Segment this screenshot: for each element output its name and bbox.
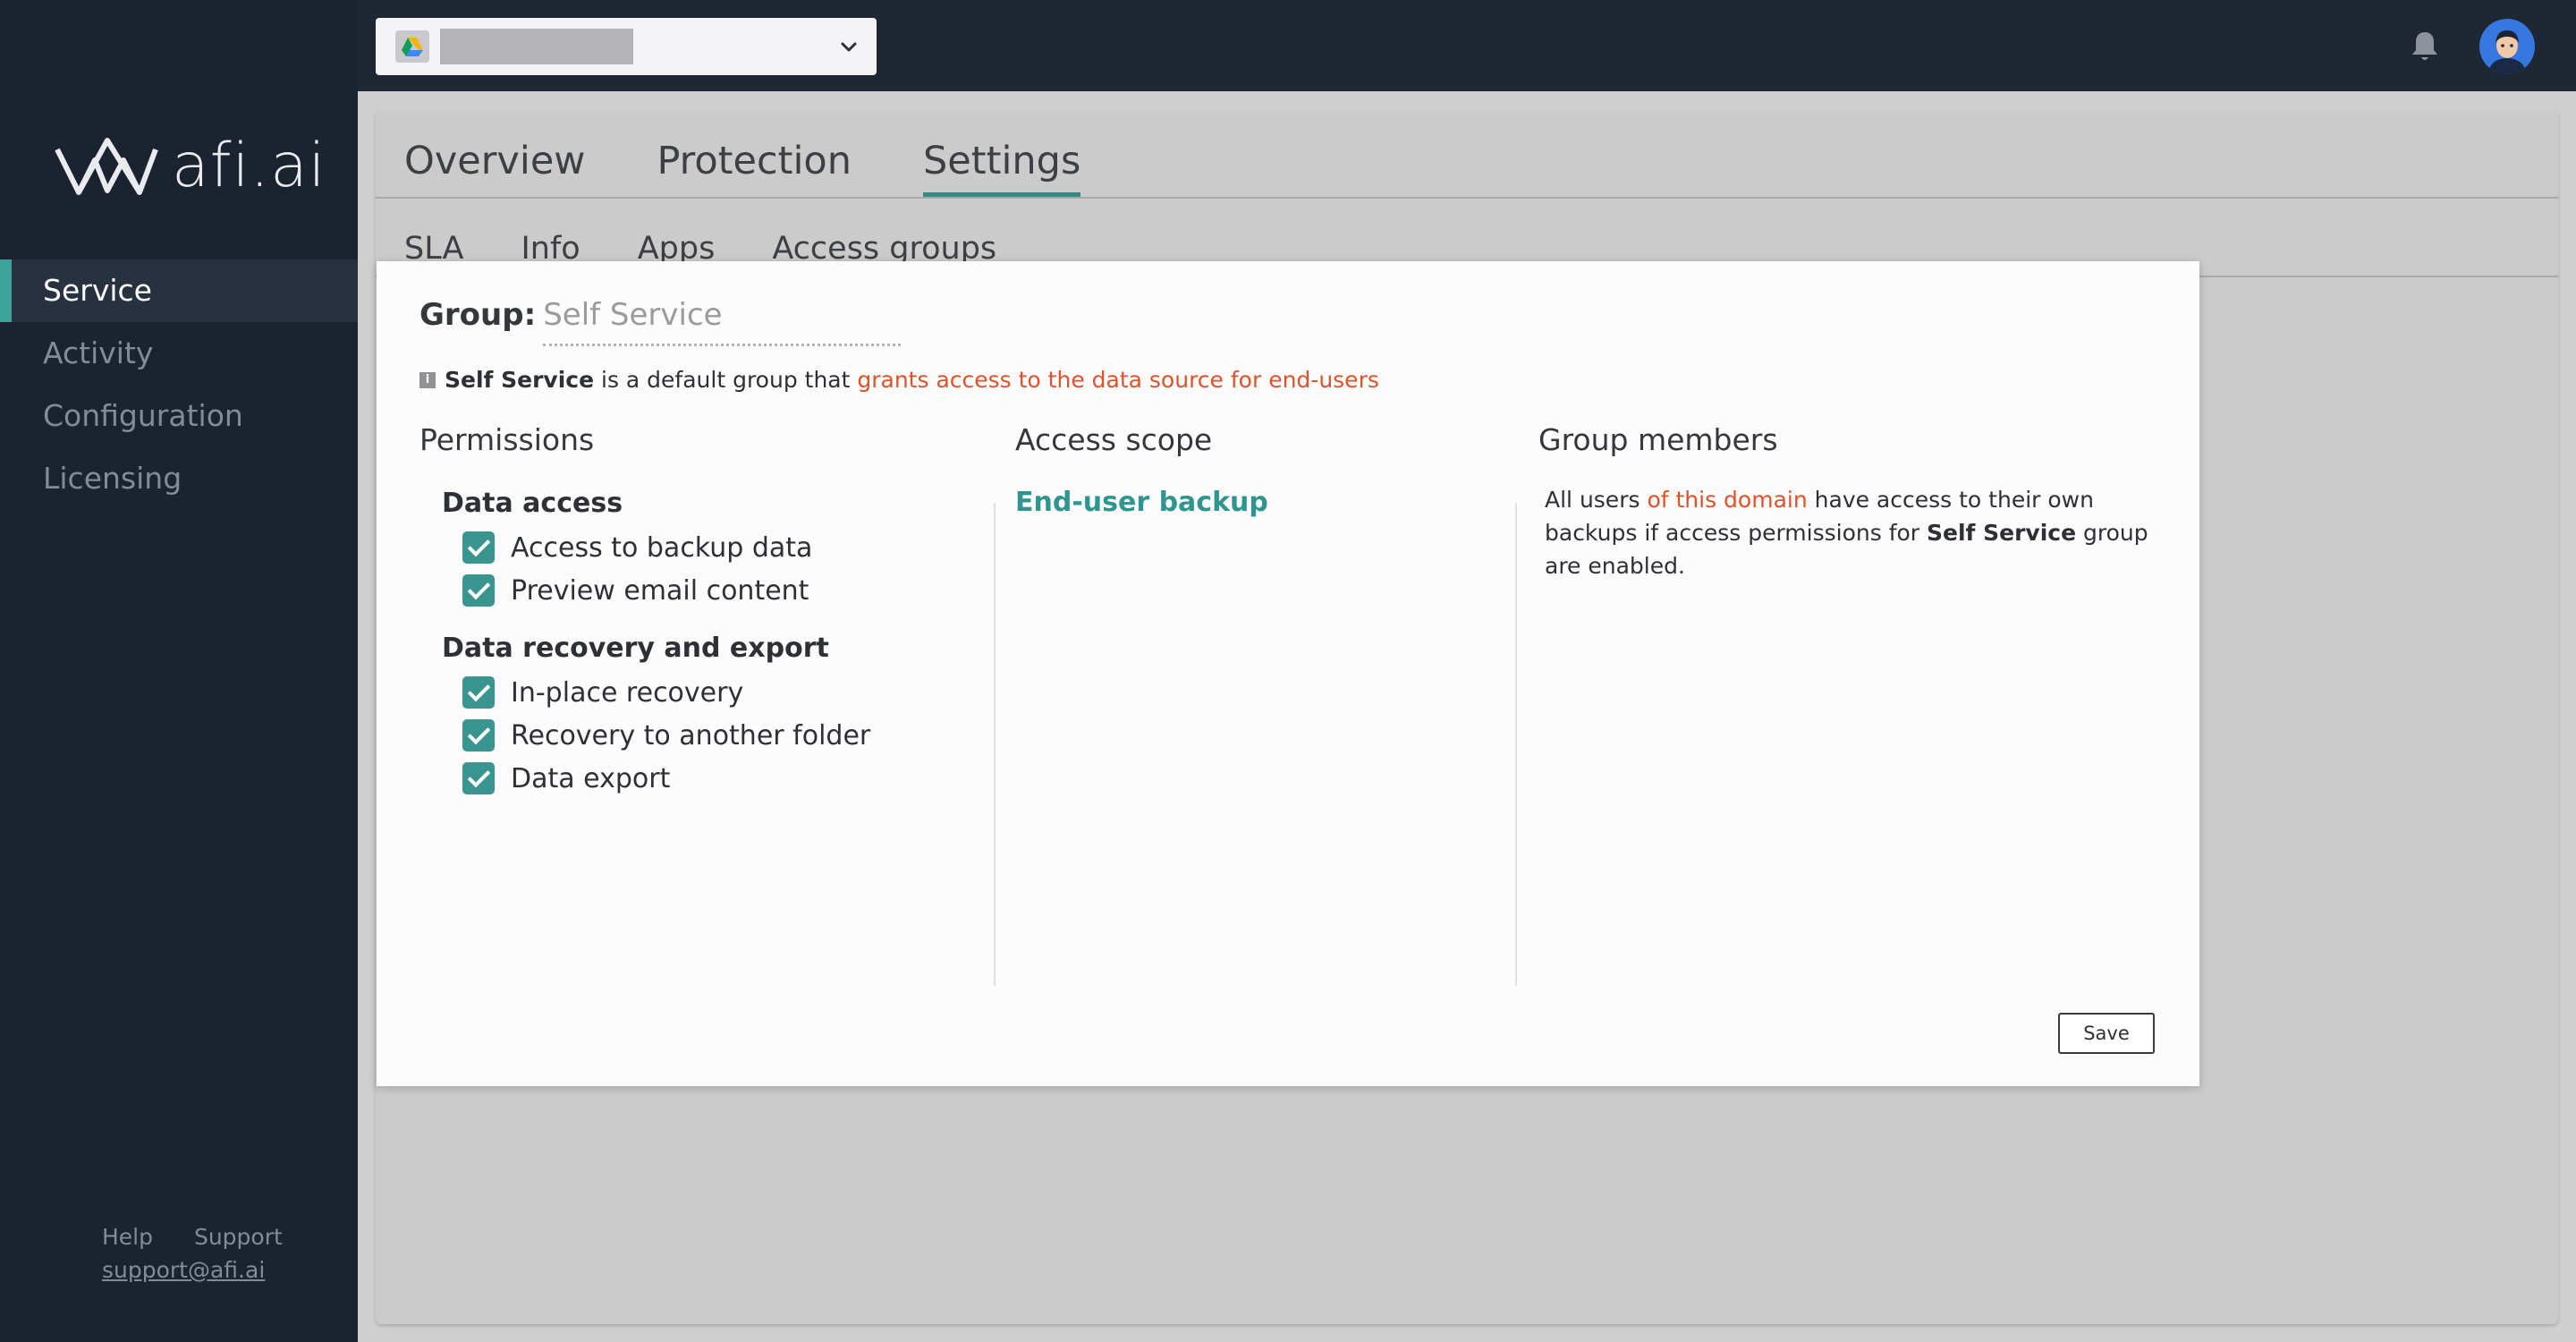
desc-group-name: Self Service bbox=[445, 367, 595, 393]
sidebar-nav: Service Activity Configuration Licensing bbox=[0, 259, 358, 510]
checkbox-label: Access to backup data bbox=[511, 531, 813, 564]
checkbox-checked[interactable] bbox=[462, 574, 495, 607]
group-title: Group: Self Service bbox=[419, 297, 902, 346]
checkbox-in-place-recovery[interactable]: In-place recovery bbox=[462, 676, 743, 709]
sidebar: afi.ai Service Activity Configuration Li… bbox=[0, 0, 358, 1342]
google-drive-icon bbox=[395, 30, 429, 63]
column-divider bbox=[994, 503, 996, 986]
checkbox-checked[interactable] bbox=[462, 676, 495, 709]
support-link[interactable]: Support bbox=[194, 1224, 283, 1250]
group-members-text: All users of this domain have access to … bbox=[1545, 483, 2162, 582]
data-access-heading: Data access bbox=[442, 488, 623, 519]
sidebar-footer: Help Support support@afi.ai bbox=[102, 1224, 317, 1283]
info-icon: i bbox=[419, 371, 436, 388]
checkbox-label: Data export bbox=[511, 762, 671, 794]
sidebar-item-licensing[interactable]: Licensing bbox=[0, 447, 358, 510]
checkbox-label: Preview email content bbox=[511, 574, 809, 607]
organization-name bbox=[440, 29, 633, 64]
help-link[interactable]: Help bbox=[102, 1224, 153, 1250]
tab-overview[interactable]: Overview bbox=[404, 139, 585, 198]
save-button[interactable]: Save bbox=[2058, 1013, 2155, 1054]
user-avatar-icon bbox=[2479, 19, 2535, 74]
sidebar-item-configuration[interactable]: Configuration bbox=[0, 385, 358, 447]
sidebar-item-service[interactable]: Service bbox=[0, 259, 358, 322]
column-divider bbox=[1515, 503, 1517, 986]
tabs-divider bbox=[376, 197, 2558, 199]
group-members-heading: Group members bbox=[1538, 422, 1778, 457]
members-group-name: Self Service bbox=[1927, 520, 2077, 546]
sidebar-item-activity[interactable]: Activity bbox=[0, 322, 358, 385]
crown-logo-icon bbox=[55, 137, 158, 195]
support-email-link[interactable]: support@afi.ai bbox=[102, 1257, 317, 1283]
permissions-heading: Permissions bbox=[419, 422, 595, 457]
chevron-down-icon bbox=[841, 42, 857, 52]
organization-select[interactable] bbox=[376, 18, 877, 75]
checkbox-preview-email[interactable]: Preview email content bbox=[462, 574, 809, 607]
recovery-heading: Data recovery and export bbox=[442, 633, 829, 664]
checkbox-label: In-place recovery bbox=[511, 676, 744, 709]
tab-protection[interactable]: Protection bbox=[657, 139, 852, 198]
checkbox-recovery-another-folder[interactable]: Recovery to another folder bbox=[462, 719, 870, 752]
user-avatar[interactable] bbox=[2479, 19, 2535, 74]
checkbox-access-backup-data[interactable]: Access to backup data bbox=[462, 531, 812, 564]
end-user-backup-link[interactable]: End-user backup bbox=[1015, 487, 1268, 518]
main-tabs: Overview Protection Settings bbox=[404, 139, 1152, 198]
checkbox-checked[interactable] bbox=[462, 719, 495, 752]
checkbox-checked[interactable] bbox=[462, 531, 495, 564]
desc-text: is a default group that bbox=[594, 367, 858, 393]
desc-accent-link[interactable]: grants access to the data source for end… bbox=[857, 367, 1379, 393]
checkbox-data-export[interactable]: Data export bbox=[462, 762, 670, 794]
afi-logo[interactable]: afi.ai bbox=[52, 131, 326, 201]
logo-text: afi.ai bbox=[172, 131, 326, 201]
access-scope-heading: Access scope bbox=[1015, 422, 1213, 457]
this-domain-link[interactable]: of this domain bbox=[1647, 487, 1807, 513]
access-group-dialog: Group: Self Service i Self Service is a d… bbox=[377, 261, 2199, 1086]
checkbox-checked[interactable] bbox=[462, 762, 495, 794]
checkbox-label: Recovery to another folder bbox=[511, 719, 871, 752]
tab-settings[interactable]: Settings bbox=[923, 139, 1081, 198]
group-name-field[interactable]: Self Service bbox=[543, 297, 902, 346]
group-label: Group: bbox=[419, 297, 537, 333]
group-description: i Self Service is a default group that g… bbox=[419, 367, 1379, 393]
bell-icon[interactable] bbox=[2408, 29, 2442, 64]
members-text-part: All users bbox=[1545, 487, 1648, 513]
